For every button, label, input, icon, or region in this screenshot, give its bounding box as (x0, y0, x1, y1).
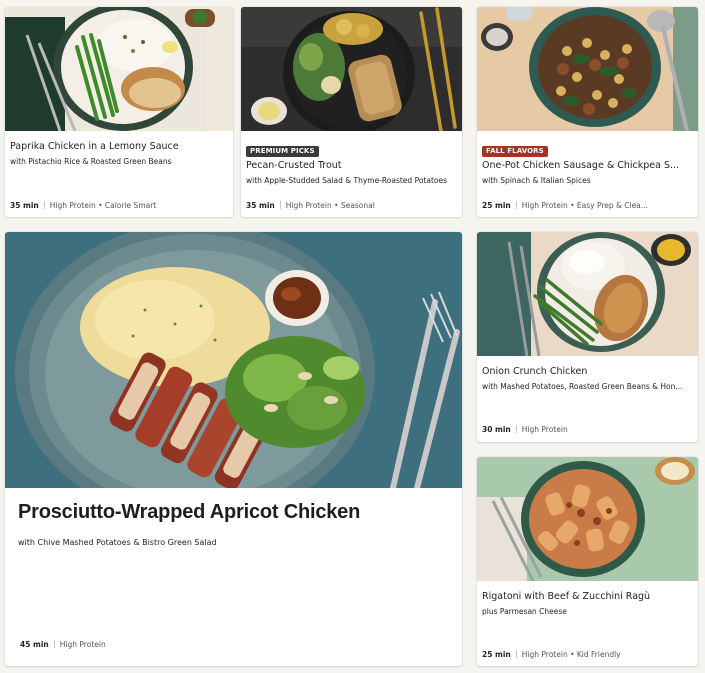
cook-time: 30 min (482, 425, 511, 434)
recipe-meta: 35 min High Protein • Calorie Smart (10, 201, 228, 211)
recipe-card-paprika-chicken[interactable]: Paprika Chicken in a Lemony Sauce with P… (5, 7, 233, 217)
recipe-photo (5, 232, 462, 488)
recipe-photo (241, 7, 462, 131)
recipe-title: One-Pot Chicken Sausage & Chickpea S... (482, 160, 680, 171)
meta-divider (43, 201, 45, 209)
recipe-meta: 25 min High Protein • Kid Friendly (482, 650, 693, 660)
recipe-meta: 25 min High Protein • Easy Prep & Clea... (482, 201, 693, 211)
recipe-subtitle: plus Parmesan Cheese (482, 607, 567, 616)
recipe-subtitle: with Apple-Studded Salad & Thyme-Roasted… (246, 176, 447, 185)
recipe-meta: 35 min High Protein • Seasonal (246, 201, 457, 211)
recipe-subtitle: with Spinach & Italian Spices (482, 176, 591, 185)
recipe-tags: High Protein • Easy Prep & Clea... (521, 201, 648, 210)
recipe-tags: High Protein (521, 425, 568, 434)
recipe-card-onion-crunch-chicken[interactable]: Onion Crunch Chicken with Mashed Potatoe… (477, 232, 698, 442)
recipe-photo (477, 7, 698, 131)
meta-divider (515, 201, 517, 209)
cook-time: 25 min (482, 201, 511, 210)
recipe-subtitle: with Pistachio Rice & Roasted Green Bean… (10, 157, 172, 166)
recipe-meta: 30 min High Protein (482, 425, 693, 435)
recipe-subtitle: with Chive Mashed Potatoes & Bistro Gree… (18, 538, 217, 547)
cook-time: 35 min (10, 201, 39, 210)
cook-time: 25 min (482, 650, 511, 659)
meta-divider (515, 650, 517, 658)
cook-time: 45 min (20, 640, 49, 649)
recipe-title: Prosciutto-Wrapped Apricot Chicken (18, 501, 361, 523)
recipe-meta: 45 min High Protein (20, 640, 457, 650)
recipe-title: Pecan-Crusted Trout (246, 160, 342, 171)
recipe-tags: High Protein • Calorie Smart (49, 201, 157, 210)
recipe-card-prosciutto-chicken[interactable]: Prosciutto-Wrapped Apricot Chicken with … (5, 232, 462, 666)
recipe-photo (477, 232, 698, 356)
recipe-tags: High Protein • Kid Friendly (521, 650, 621, 659)
recipe-photo (5, 7, 233, 131)
recipe-title: Onion Crunch Chicken (482, 366, 588, 377)
recipe-subtitle: with Mashed Potatoes, Roasted Green Bean… (482, 382, 683, 391)
meta-divider (279, 201, 281, 209)
recipe-title: Rigatoni with Beef & Zucchini Ragù (482, 591, 651, 602)
recipe-photo (477, 457, 698, 581)
cook-time: 35 min (246, 201, 275, 210)
recipe-tags: High Protein (59, 640, 106, 649)
recipe-tags: High Protein • Seasonal (285, 201, 375, 210)
meta-divider (515, 425, 517, 433)
badge-fall-flavors: FALL FLAVORS (482, 146, 548, 157)
recipe-card-rigatoni-ragu[interactable]: Rigatoni with Beef & Zucchini Ragù plus … (477, 457, 698, 666)
badge-premium-picks: PREMIUM PICKS (246, 146, 319, 157)
meta-divider (53, 640, 55, 648)
recipe-title: Paprika Chicken in a Lemony Sauce (10, 141, 179, 152)
recipe-card-chickpea-stew[interactable]: FALL FLAVORS One-Pot Chicken Sausage & C… (477, 7, 698, 217)
recipe-card-pecan-trout[interactable]: PREMIUM PICKS Pecan-Crusted Trout with A… (241, 7, 462, 217)
